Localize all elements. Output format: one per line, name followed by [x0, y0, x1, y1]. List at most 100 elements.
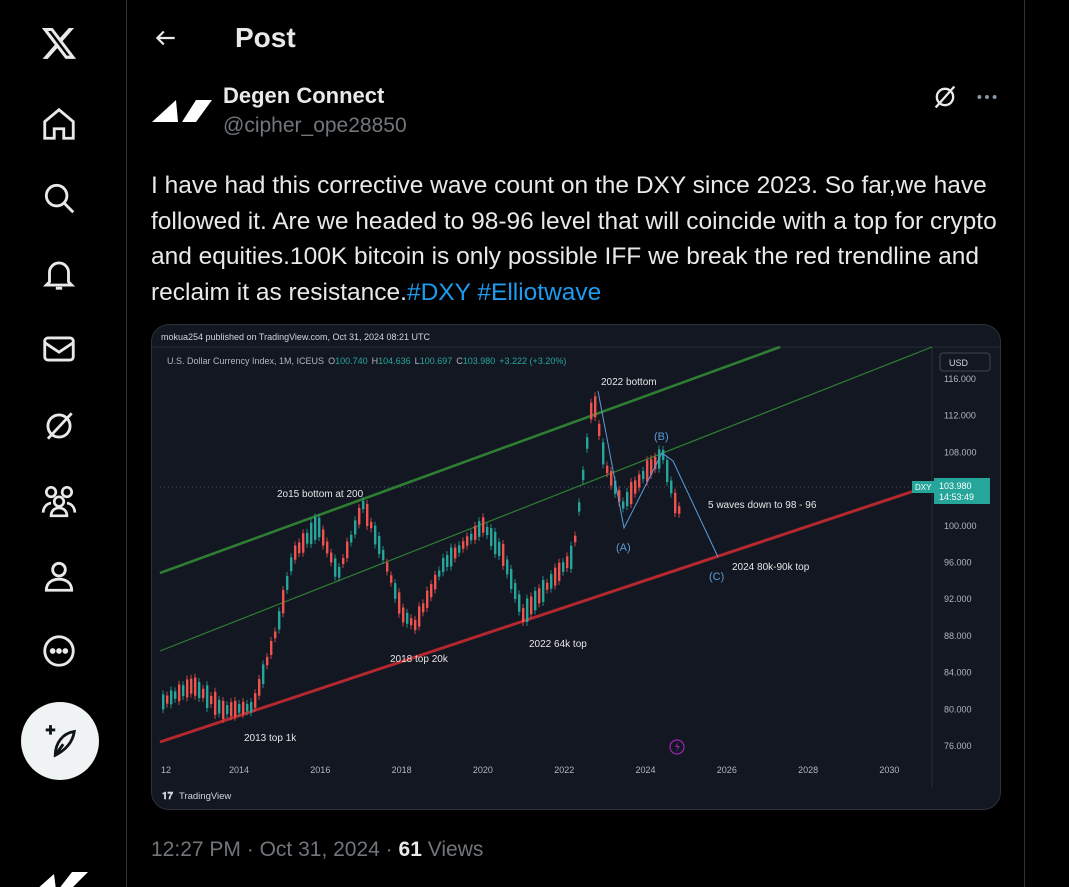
profile-icon[interactable]: [20, 548, 98, 604]
candle-body: [286, 576, 289, 590]
candle-body: [358, 507, 361, 525]
mail-icon[interactable]: [20, 321, 98, 377]
candle-body: [542, 580, 545, 602]
candle-body: [566, 556, 569, 569]
candle-body: [278, 611, 281, 630]
candle-body: [666, 460, 669, 482]
bell-svg: [42, 261, 76, 290]
author-avatar[interactable]: [150, 96, 212, 136]
price-tick-label: 92.000: [944, 594, 972, 604]
time-tick-label: 2030: [879, 765, 899, 775]
candle-body: [622, 501, 625, 509]
hashtag-elliotwave[interactable]: #Elliotwave: [477, 279, 601, 306]
candle-body: [670, 480, 673, 494]
arrow-left-icon: [155, 30, 175, 46]
grok-icon[interactable]: [20, 398, 98, 454]
candle-body: [346, 541, 349, 559]
annotation-2015-bottom: 2o15 bottom at 200: [277, 489, 364, 500]
candle-body: [162, 694, 165, 710]
candle-body: [446, 554, 449, 568]
more-options-button[interactable]: [970, 80, 1004, 114]
candle-body: [382, 549, 385, 561]
candle-body: [554, 567, 557, 586]
more-icon[interactable]: [20, 623, 98, 679]
candle-body: [426, 590, 429, 608]
chart-svg: mokua254 published on TradingView.com, O…: [152, 325, 1000, 809]
candle-body: [582, 469, 585, 481]
candle-body: [638, 474, 641, 488]
author-handle[interactable]: @cipher_ope28850: [223, 114, 407, 138]
candle-body: [198, 681, 201, 699]
candle-body: [570, 545, 573, 570]
candle-body: [202, 688, 205, 698]
candle-body: [270, 640, 273, 656]
x-logo-svg: [41, 27, 77, 59]
candle-body: [502, 544, 505, 566]
time-tick-label: 2024: [636, 765, 656, 775]
candle-body: [454, 547, 457, 559]
candle-body: [458, 545, 461, 553]
communities-icon[interactable]: [20, 472, 98, 528]
o-value: 100.740: [335, 356, 368, 366]
wave-label-c: (C): [709, 571, 724, 583]
candle-body: [254, 693, 257, 708]
annotation-2022-top: 2022 64k top: [529, 639, 587, 650]
candle-body: [302, 533, 305, 553]
search-icon[interactable]: [20, 170, 98, 226]
price-tick-label: 108.000: [944, 447, 977, 457]
candle-body: [526, 598, 529, 622]
candle-body: [562, 562, 565, 572]
author-name[interactable]: Degen Connect: [223, 83, 384, 109]
back-button[interactable]: [146, 18, 186, 58]
candle-body: [342, 557, 345, 565]
hashtag-dxy[interactable]: #DXY: [407, 279, 471, 306]
price-tick-label: 100.000: [944, 521, 977, 531]
time-tick-label: 2026: [717, 765, 737, 775]
candle-body: [326, 541, 329, 554]
x-logo-icon[interactable]: [20, 15, 98, 71]
candle-body: [170, 690, 173, 705]
candle-body: [610, 470, 613, 486]
candle-body: [266, 656, 269, 666]
change-value: +3.222 (+3.20%): [499, 356, 566, 366]
candle-body: [522, 608, 525, 622]
price-tick-label: 80.000: [944, 704, 972, 714]
annotation-2018-top: 2018 top 20k: [390, 654, 449, 665]
candle-body: [598, 423, 601, 437]
candle-body: [394, 583, 397, 599]
price-tick-label: 96.000: [944, 558, 972, 568]
candle-body: [590, 402, 593, 420]
price-tick-label: 88.000: [944, 631, 972, 641]
candle-body: [322, 529, 325, 546]
candle-body: [306, 532, 309, 544]
candle-body: [466, 536, 469, 546]
candle-body: [194, 677, 197, 696]
candle-body: [206, 685, 209, 709]
candle-body: [386, 562, 389, 572]
home-icon[interactable]: [20, 96, 98, 152]
candle-body: [418, 606, 421, 627]
post-date[interactable]: Oct 31, 2024: [260, 838, 380, 861]
candle-body: [678, 506, 681, 514]
symbol-name: U.S. Dollar Currency Index, 1M, ICEUS: [167, 356, 324, 366]
candle-body: [314, 517, 317, 540]
candle-body: [210, 695, 213, 705]
attached-chart-image[interactable]: mokua254 published on TradingView.com, O…: [151, 324, 1001, 810]
candle-body: [486, 526, 489, 536]
annotation-2013-top: 2013 top 1k: [244, 733, 297, 744]
candle-body: [290, 557, 293, 572]
candle-body: [234, 700, 237, 717]
time-tick-label: 2018: [392, 765, 412, 775]
bell-icon[interactable]: [20, 246, 98, 302]
l-value: 100.697: [420, 356, 453, 366]
post-time[interactable]: 12:27 PM: [151, 838, 241, 861]
price-tick-label: 84.000: [944, 668, 972, 678]
candle-body: [646, 460, 649, 482]
account-avatar[interactable]: [32, 860, 92, 887]
more-svg: [43, 635, 75, 667]
symbol-line: U.S. Dollar Currency Index, 1M, ICEUS O10…: [167, 356, 566, 366]
search-svg: [44, 183, 75, 214]
home-svg: [43, 107, 75, 140]
grok-explain-button[interactable]: [928, 80, 962, 114]
compose-post-button[interactable]: [21, 702, 99, 780]
